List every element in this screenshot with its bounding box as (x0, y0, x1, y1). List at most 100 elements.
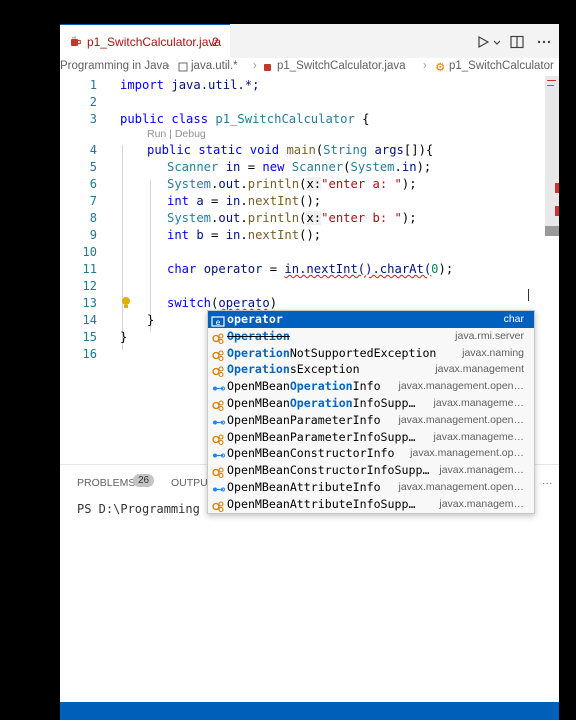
suggestion-label: OpenMBeanAttributeInfo (227, 480, 381, 494)
breadcrumb: Programming in Java › java.util.* › p1_S… (60, 60, 554, 74)
split-editor-icon[interactable] (509, 34, 525, 50)
class-icon (211, 464, 225, 479)
suggestion-label: OpenMBeanAttributeInfoSupp… (227, 496, 416, 511)
tab-p1-switchcalculator[interactable]: p1_SwitchCalculator.java 2 (60, 24, 230, 58)
interface-icon (211, 447, 225, 460)
suggestion-item[interactable]: OpenMBeanAttributeInfo javax.management.o… (208, 479, 534, 496)
mouse-cursor (528, 289, 529, 301)
line-number: 6 (89, 177, 97, 191)
code-line: import java.util.*; (120, 78, 260, 92)
class-icon (211, 363, 225, 378)
suggestion-label: Operation (227, 328, 290, 343)
suggestion-label: OpenMBeanOperationInfoSupp… (227, 396, 416, 410)
class-icon: ⚙ (435, 62, 446, 74)
suggestion-detail: javax.management.open… (398, 380, 525, 393)
line-number: 16 (82, 347, 97, 361)
svg-text:e: e (216, 318, 221, 327)
error-squiggle: in.nextInt().charAt( (284, 262, 432, 276)
suggestion-detail: javax.management.op… (410, 447, 524, 460)
suggestion-item[interactable]: OpenMBeanParameterInfo javax.management.o… (208, 412, 534, 429)
suggestion-detail: javax.manageme… (433, 397, 524, 409)
suggestion-detail: javax.manageme… (433, 430, 524, 443)
suggestion-item[interactable]: OpenMBeanAttributeInfoSupp… javax.managem… (208, 496, 534, 513)
code-line: int a = in.nextInt(); (167, 194, 322, 208)
suggestion-label: OpenMBeanParameterInfo (227, 412, 381, 427)
class-icon (211, 330, 225, 344)
suggestion-detail: javax.naming (462, 346, 524, 359)
suggestion-item[interactable]: Operation java.rmi.server (208, 328, 534, 345)
line-number: 9 (89, 228, 97, 242)
interface-icon (211, 380, 225, 393)
line-number: 1 (89, 78, 97, 92)
field-icon: e (211, 313, 225, 327)
suggestion-label: OperationNotSupportedException (227, 345, 437, 360)
code-line: System.out.println(x:"enter a: "); (167, 177, 417, 191)
suggestion-detail: javax.managem… (439, 497, 524, 510)
line-number: 14 (82, 313, 97, 327)
java-file-icon (264, 64, 271, 71)
terminal-line[interactable]: PS D:\Programming in (77, 502, 222, 516)
problems-count-badge: 26 (133, 474, 155, 487)
tab-problems[interactable]: PROBLEMS (77, 477, 135, 489)
suggestion-label: OpenMBeanParameterInfoSupp… (227, 429, 416, 444)
breadcrumb-file[interactable]: p1_SwitchCalculator.java (277, 60, 406, 72)
codelens-run-debug[interactable]: Run | Debug (147, 128, 206, 140)
code-line: public class p1_SwitchCalculator { (120, 112, 370, 126)
class-icon (211, 431, 225, 445)
more-actions-icon[interactable]: ··· (542, 477, 553, 489)
tab-bar: p1_SwitchCalculator.java 2 (60, 24, 559, 58)
package-icon (178, 62, 188, 72)
suggestion-item[interactable]: OperationNotSupportedException javax.nami… (208, 345, 534, 362)
suggestion-item[interactable]: OpenMBeanOperationInfo javax.management.o… (208, 378, 534, 395)
suggestion-label: OperationsException (227, 362, 360, 377)
suggestion-item[interactable]: OpenMBeanParameterInfoSupp… javax.managem… (208, 429, 534, 446)
minimap[interactable] (545, 76, 559, 486)
class-icon (211, 498, 225, 512)
lightbulb-icon[interactable] (120, 296, 132, 309)
java-file-icon (71, 36, 81, 46)
suggestion-label: OpenMBeanConstructorInfoSupp… (227, 463, 430, 478)
suggestion-label: operator (227, 312, 283, 326)
breadcrumb-folder[interactable]: Programming in Java (60, 60, 169, 72)
code-line: int b = in.nextInt(); (167, 228, 322, 242)
line-number: 13 (82, 296, 97, 310)
suggestion-detail: javax.management.open… (398, 413, 525, 426)
tab-problem-count: 2 (212, 35, 219, 49)
suggestion-item[interactable]: e operator char (208, 311, 534, 328)
autocomplete-suggestions[interactable]: e operator char Operation java.rmi.server Ope… (207, 310, 535, 514)
code-line: public static void main(String args[]){ (147, 143, 434, 157)
suggestion-label: OpenMBeanConstructorInfo (227, 446, 395, 461)
suggestion-label: OpenMBeanOperationInfo (227, 379, 381, 394)
status-bar (60, 702, 559, 720)
suggestion-detail: char (503, 313, 524, 325)
line-number: 11 (82, 262, 97, 276)
code-line: } (120, 330, 128, 344)
breadcrumb-class[interactable]: p1_SwitchCalculator (449, 60, 554, 72)
more-actions-icon[interactable] (536, 34, 552, 50)
breadcrumb-package[interactable]: java.util.* (191, 60, 238, 72)
code-line: char operator = in.nextInt().charAt(0); (167, 262, 454, 276)
class-icon (211, 347, 225, 361)
code-line: } (147, 313, 155, 327)
editor-window: p1_SwitchCalculator.java 2 Programming i… (60, 24, 559, 720)
suggestion-detail: java.rmi.server (455, 329, 524, 342)
line-number: 12 (82, 279, 97, 293)
line-number: 7 (89, 194, 97, 208)
suggestion-item[interactable]: OpenMBeanConstructorInfoSupp… javax.manag… (208, 462, 534, 479)
suggestion-item[interactable]: OperationsException javax.management (208, 361, 534, 378)
run-icon[interactable] (475, 34, 491, 50)
line-number: 2 (89, 95, 97, 109)
line-number: 10 (82, 245, 97, 259)
line-number: 5 (89, 160, 97, 174)
code-line: switch(operato) (167, 296, 278, 310)
suggestion-item[interactable]: OpenMBeanConstructorInfo javax.management… (208, 445, 534, 462)
chevron-down-icon[interactable] (492, 34, 502, 50)
interface-icon (211, 414, 225, 427)
interface-icon (211, 481, 225, 494)
suggestion-detail: javax.management (435, 363, 524, 376)
line-number: 15 (82, 330, 97, 344)
suggestion-item[interactable]: OpenMBeanOperationInfoSupp… javax.managem… (208, 395, 534, 412)
suggestion-detail: javax.managem… (439, 464, 524, 477)
line-number: 4 (89, 143, 97, 157)
line-number: 3 (89, 112, 97, 126)
